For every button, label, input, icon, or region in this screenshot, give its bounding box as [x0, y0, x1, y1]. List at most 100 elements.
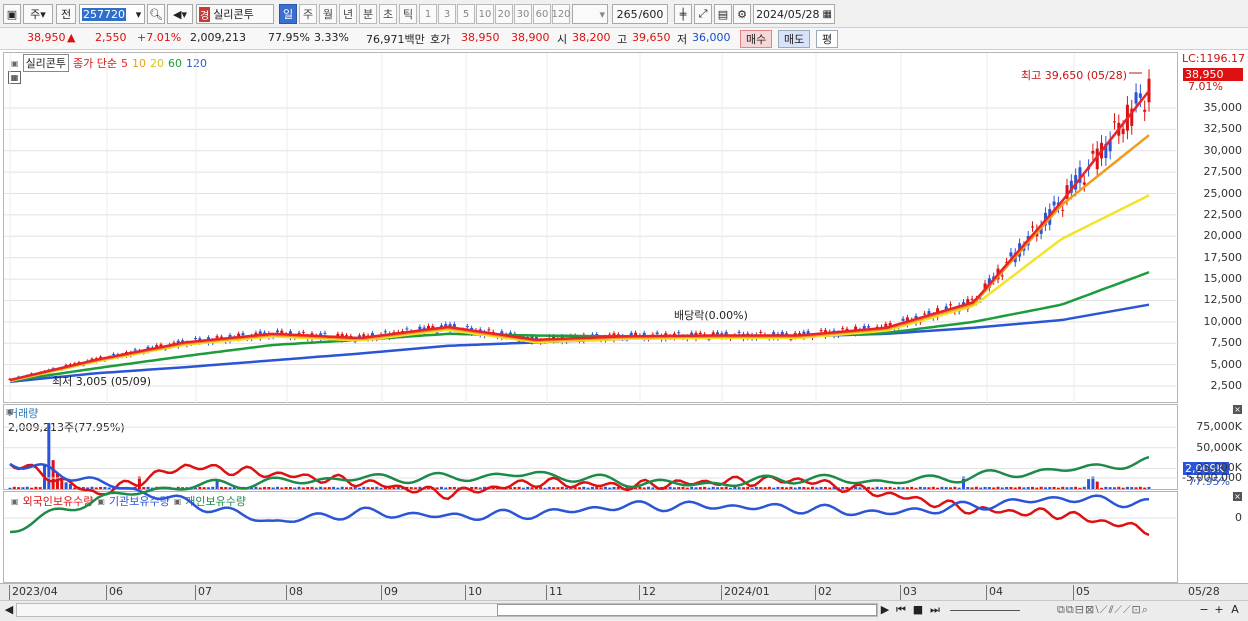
volume-bar — [603, 486, 607, 489]
volume-bar — [716, 487, 720, 489]
volume-bar — [940, 486, 944, 489]
period-month-tab[interactable]: 월 — [319, 4, 337, 24]
draw-tool-icon[interactable]: ⤢ — [694, 4, 712, 24]
search-icon[interactable]: 🔍︎ — [147, 4, 165, 24]
volume-bar — [681, 486, 685, 489]
high-label: 고 — [617, 33, 628, 46]
candle-body — [923, 313, 927, 315]
interval-30[interactable]: 30 — [514, 4, 532, 24]
volume-bar — [323, 487, 327, 489]
sell-button[interactable]: 매도 — [778, 30, 811, 48]
fast-forward-icon[interactable]: ⏭ — [928, 603, 942, 617]
period-second-tab[interactable]: 초 — [379, 4, 397, 24]
date-field[interactable]: 2024/05/28 ▦ — [753, 4, 835, 24]
volume-bar — [392, 487, 396, 489]
volume-bar — [979, 487, 983, 489]
volume-bar — [651, 487, 655, 489]
ma20-line — [9, 194, 1150, 383]
volume-bar — [815, 487, 819, 489]
price-ytick: 5,000 — [1210, 357, 1243, 371]
volume-bar — [107, 487, 111, 489]
volume-bar — [1039, 486, 1043, 489]
candle-body — [819, 330, 823, 332]
period-week-tab[interactable]: 주 — [299, 4, 317, 24]
volume-bar — [923, 487, 927, 489]
extra-button[interactable]: 평 — [816, 30, 839, 48]
volume-bar — [414, 487, 418, 489]
zoom-slider[interactable] — [950, 603, 1020, 611]
bid-label: 호가 — [430, 33, 451, 46]
price-chart-svg — [4, 53, 1179, 404]
interval-3[interactable]: 3 — [438, 4, 456, 24]
scroll-thumb[interactable] — [497, 604, 877, 616]
volume-bar — [1104, 486, 1108, 489]
interval-120[interactable]: 120 — [551, 4, 571, 24]
candle-body — [949, 304, 953, 306]
code-dropdown-icon[interactable]: ▾ — [132, 4, 145, 24]
scroll-bar: ◀ ▶ ⏮ ■ ⏭ ⧉⧉⊟⊠⧵⟋⫽⟋⟋⊡⌕ − + A — [0, 600, 1248, 621]
bid-price: 38,900 — [511, 31, 550, 44]
zoom-in-icon[interactable]: + — [1213, 603, 1225, 616]
candle-body — [1121, 128, 1125, 135]
custom-interval-select[interactable]: ▾ — [572, 4, 608, 24]
price-yaxis: LC:1196.17 38,950 7.01% 35,000 32,500 30,0… — [1180, 52, 1246, 403]
volume-bar — [905, 487, 909, 489]
volume-bar — [530, 487, 534, 489]
stock-name-field[interactable]: 경 실리콘투 — [196, 4, 274, 24]
volume-bar — [375, 486, 379, 489]
holding-panel: ▣ 외국인보유수량 ▣ 기관보유수량 ▣ 개인보유수량 — [3, 455, 1179, 583]
volume-bar — [668, 486, 672, 489]
volume-bar — [103, 486, 107, 489]
candle-body — [1112, 121, 1116, 123]
stop-icon[interactable]: ■ — [911, 603, 925, 616]
close-panel-icon[interactable]: × — [1233, 405, 1242, 414]
volume-bar — [1035, 487, 1039, 489]
x-axis-label: 11 — [546, 585, 563, 600]
interval-60[interactable]: 60 — [533, 4, 551, 24]
scroll-left-icon[interactable]: ◀ — [4, 603, 14, 616]
layout-icon[interactable]: ▣ — [3, 4, 21, 24]
volume-bar — [590, 486, 594, 489]
candle-icon[interactable]: ╪ — [674, 4, 692, 24]
volume-bar — [608, 487, 612, 489]
rewind-icon[interactable]: ⏮ — [894, 603, 908, 617]
font-size-icon[interactable]: A — [1229, 603, 1241, 616]
save-icon[interactable]: ▤ — [714, 4, 732, 24]
volume-bar — [1009, 486, 1013, 489]
volume-bar — [435, 487, 439, 489]
volume-bar — [582, 486, 586, 489]
prev-button[interactable]: 전 — [56, 4, 76, 24]
zoom-out-icon[interactable]: − — [1198, 603, 1210, 616]
period-year-tab[interactable]: 년 — [339, 4, 357, 24]
volume-bar — [513, 487, 517, 489]
interval-1[interactable]: 1 — [419, 4, 437, 24]
buy-button[interactable]: 매수 — [740, 30, 773, 48]
market-select[interactable]: 주 ▾ — [23, 4, 53, 24]
period-day-tab[interactable]: 일 — [279, 4, 297, 24]
volume-bar — [578, 487, 581, 489]
volume-bar — [1052, 486, 1056, 489]
volume-bar — [297, 486, 301, 489]
interval-20[interactable]: 20 — [495, 4, 513, 24]
scroll-right-icon[interactable]: ▶ — [880, 603, 890, 616]
candle-body — [759, 331, 763, 333]
speaker-icon[interactable]: ◀▾ — [167, 4, 193, 24]
volume-bar — [974, 486, 978, 489]
holding-yaxis: × 0 -5,000,000 — [1180, 471, 1246, 583]
volume-ytick: 75,000K — [1196, 420, 1242, 434]
interval-5[interactable]: 5 — [457, 4, 475, 24]
period-tick-tab[interactable]: 틱 — [399, 4, 417, 24]
volume-bar — [60, 479, 64, 489]
close-panel-icon[interactable]: × — [1233, 492, 1242, 501]
layout-icons[interactable]: ⧉⧉⊟⊠⧵⟋⫽⟋⟋⊡⌕ — [1028, 603, 1178, 617]
low-price: 36,000 — [692, 31, 731, 44]
volume-bar — [340, 486, 344, 489]
interval-10[interactable]: 10 — [476, 4, 494, 24]
chart-area: ▣ 실리콘투 종가 단순 5 10 20 60 120 ▦ 최고 39,650 … — [0, 50, 1248, 600]
volume-bar — [301, 487, 305, 489]
gear-icon[interactable]: ⚙ — [733, 4, 751, 24]
period-minute-tab[interactable]: 분 — [359, 4, 377, 24]
volume-bar — [1138, 486, 1142, 489]
volume-bar — [599, 487, 603, 489]
count-field[interactable]: 265 /600 — [612, 4, 668, 24]
